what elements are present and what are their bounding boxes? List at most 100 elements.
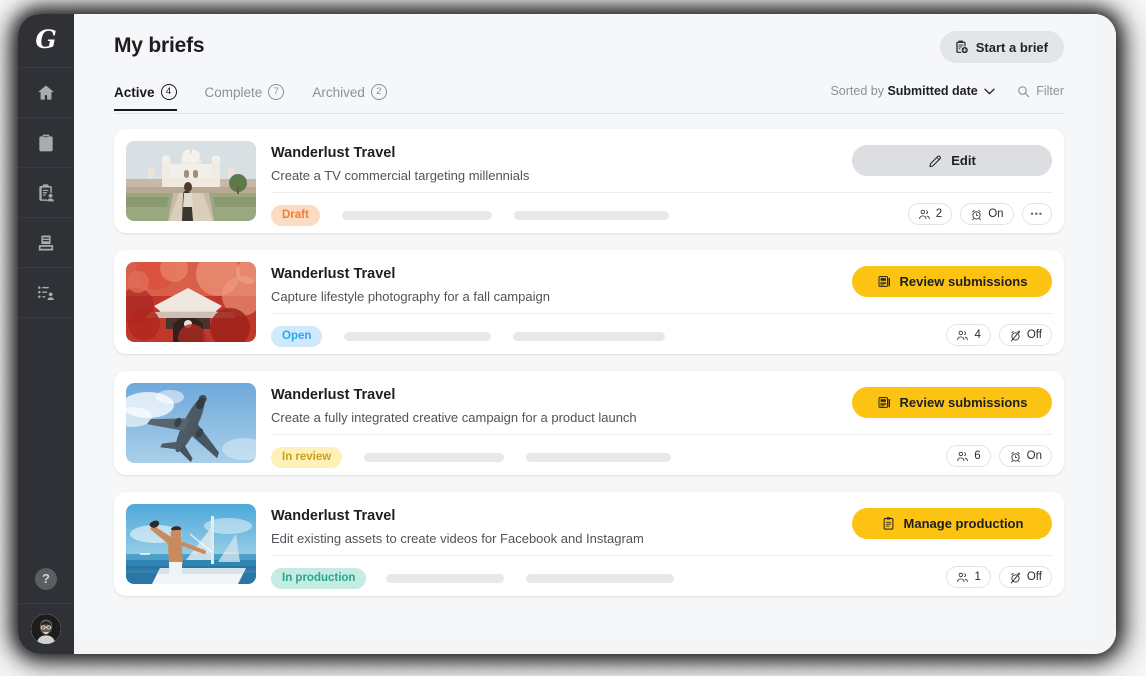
status-badge: In review [271,446,343,468]
reminder-chip[interactable]: On [998,445,1052,467]
filter-control[interactable]: Filter [1017,84,1064,98]
list-person-icon [38,285,54,300]
placeholder-bar [526,573,675,583]
reminder-chip[interactable]: Off [998,566,1052,588]
tab-active-count: 4 [160,84,177,100]
sidebar-item-briefs[interactable] [18,118,74,168]
review-submissions-label: Review submissions [899,395,1028,410]
more-options-button[interactable]: ••• [1021,203,1052,225]
card-footer: In production [271,567,1052,589]
sidebar-item-submissions[interactable] [18,168,74,218]
toolbar: Sorted by Submitted date Filter [830,84,1064,98]
brief-card[interactable]: Wanderlust Travel Create a fully integra… [114,371,1064,475]
card-meta-chips: 1 Off [946,566,1052,588]
placeholder-bar [513,331,666,341]
placeholder-bar [341,210,492,220]
filter-label: Filter [1036,84,1064,98]
submissions-icon [878,276,890,287]
alarm-on-icon [1010,451,1020,462]
people-icon [957,572,969,582]
tab-archived-count: 2 [370,84,387,100]
brand-logo[interactable]: G [18,14,74,68]
edit-button[interactable]: Edit [852,145,1052,176]
manage-production-label: Manage production [903,516,1024,531]
screenshot-stage: G ? My briefs Start a brief Active 4 Com… [0,0,1146,676]
clipboard-person-icon [39,183,54,201]
reminder-state: Off [1026,329,1042,341]
brief-card[interactable]: Wanderlust Travel Create a TV commercial… [114,129,1064,233]
sidebar-item-account[interactable] [18,604,74,654]
alarm-off-icon [1010,330,1020,341]
placeholder-bars [364,452,672,462]
sidebar-item-home[interactable] [18,68,74,118]
alarm-off-icon [1010,572,1020,583]
brief-card-body: Wanderlust Travel Create a fully integra… [256,383,1052,468]
brief-thumbnail [126,504,256,584]
reminder-state: Off [1026,571,1042,583]
brief-thumbnail [126,141,256,221]
collaborators-chip[interactable]: 6 [946,445,991,467]
sidebar: G ? [18,14,74,654]
sort-prefix: Sorted by [830,84,884,98]
tab-active[interactable]: Active 4 [114,84,177,111]
collaborators-chip[interactable]: 2 [907,203,953,225]
brief-card[interactable]: Wanderlust Travel Edit existing assets t… [114,492,1064,596]
clipboard-plus-icon [956,40,968,54]
brief-card[interactable]: Wanderlust Travel Capture lifestyle phot… [114,250,1064,354]
page-title: My briefs [114,34,205,57]
collaborators-count: 6 [974,450,981,462]
brief-list: Wanderlust Travel Create a TV commercial… [114,129,1064,613]
main-background: My briefs Start a brief Active 4 Complet… [74,14,1116,654]
card-divider [271,192,1052,193]
pencil-icon [929,155,942,168]
airplane-thumbnail-image [126,383,256,463]
brief-card-body: Wanderlust Travel Edit existing assets t… [256,504,1052,589]
card-divider [271,434,1052,435]
reminder-chip[interactable]: Off [998,324,1052,346]
card-footer: Open [271,325,1052,347]
main-area: My briefs Start a brief Active 4 Complet… [74,14,1116,654]
manage-production-button[interactable]: Manage production [852,508,1052,539]
sidebar-item-help[interactable]: ? [18,554,74,604]
edit-button-label: Edit [951,153,976,168]
collaborators-count: 2 [935,208,943,220]
sidebar-item-talent[interactable] [18,268,74,318]
card-meta-chips: 6 On [946,445,1052,467]
tab-complete[interactable]: Complete 7 [205,84,285,111]
brief-card-body: Wanderlust Travel Capture lifestyle phot… [256,262,1052,347]
tab-archived[interactable]: Archived 2 [312,84,387,111]
brief-thumbnail [126,383,256,463]
sort-control[interactable]: Sorted by Submitted date [830,84,995,98]
collaborators-count: 1 [974,571,981,583]
reminder-chip[interactable]: On [960,203,1014,225]
sidebar-item-library[interactable] [18,218,74,268]
status-badge: Open [271,325,323,347]
submissions-icon [878,397,890,408]
tabs-divider [114,113,1064,114]
home-icon [38,85,54,100]
clipboard-icon [883,517,893,530]
tab-complete-label: Complete [204,84,263,100]
card-divider [271,313,1052,314]
tab-archived-label: Archived [312,84,365,100]
start-a-brief-button[interactable]: Start a brief [939,31,1064,63]
status-badge: Draft [271,204,320,226]
collaborators-chip[interactable]: 1 [946,566,991,588]
review-submissions-button[interactable]: Review submissions [852,266,1052,297]
collaborators-chip[interactable]: 4 [946,324,991,346]
help-icon: ? [35,567,57,590]
placeholder-bars [344,331,666,341]
placeholder-bar [386,573,505,583]
temple-thumbnail-image [126,262,256,342]
tab-complete-count: 7 [268,84,285,100]
card-divider [271,555,1052,556]
collaborators-count: 4 [974,329,981,341]
brand-logo-glyph: G [35,25,57,54]
palace-thumbnail-image [126,141,256,221]
reminder-state: On [988,208,1004,220]
placeholder-bar [513,210,669,220]
review-submissions-button[interactable]: Review submissions [852,387,1052,418]
avatar [31,614,61,644]
placeholder-bars [386,573,675,583]
placeholder-bar [364,452,505,462]
